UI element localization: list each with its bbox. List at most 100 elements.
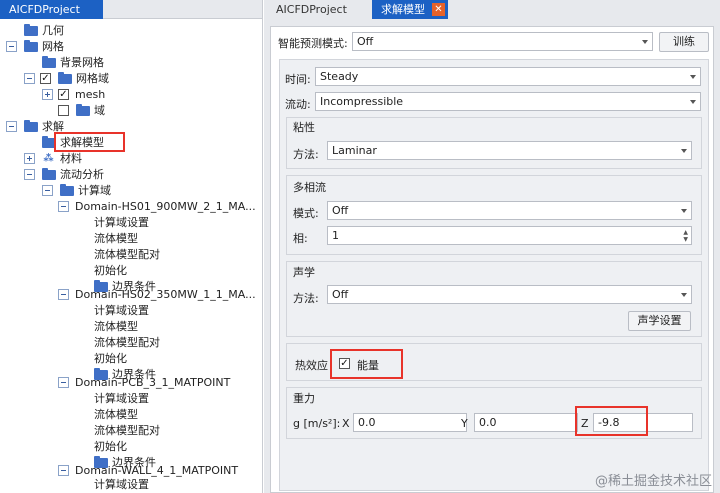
smart-mode-label: 智能预测模式: [278, 37, 348, 50]
tab-strip [103, 0, 262, 19]
tree-item-label: 流体模型 [94, 320, 138, 333]
time-select[interactable]: Steady [315, 67, 701, 86]
tree-item-background-mesh[interactable]: 背景网格 [42, 55, 242, 71]
checkbox-checked-icon[interactable]: ✓ [58, 89, 69, 100]
spin-arrows-icon[interactable]: ▲ ▼ [683, 229, 688, 243]
tab-aicfdproject-tree[interactable]: AICFDProject [0, 0, 103, 19]
tree-item-label: 流体模型 [94, 408, 138, 421]
gravity-x-value: 0.0 [358, 416, 376, 429]
acoustics-title: 声学 [293, 266, 315, 279]
viscosity-method-select[interactable]: Laminar [327, 141, 692, 160]
tree-item-label: Domain-PCB_3_1_MATPOINT [75, 376, 231, 389]
gravity-y-input[interactable]: 0.0 [474, 413, 578, 432]
multiphase-model-select[interactable]: Off [327, 201, 692, 220]
collapse-icon[interactable] [24, 73, 35, 84]
folder-icon [24, 40, 38, 52]
tree-item-mesh-root[interactable]: 网格 [6, 39, 206, 55]
flow-label: 流动: [285, 98, 311, 111]
tree-item-label: 域 [94, 104, 105, 117]
highlight-energy [330, 349, 403, 379]
highlight-solver-model [54, 132, 125, 152]
collapse-icon[interactable] [58, 201, 69, 212]
phase-count-stepper[interactable]: 1 ▲ ▼ [327, 226, 692, 245]
acoustics-method-value: Off [332, 288, 349, 301]
tree-item-label: 流体模型 [94, 232, 138, 245]
chevron-down-icon [681, 293, 687, 297]
viscosity-method-label: 方法: [293, 148, 319, 161]
tree-item-label: 流体模型配对 [94, 336, 160, 349]
folder-icon [60, 184, 74, 196]
collapse-icon[interactable] [42, 185, 53, 196]
checkbox-checked-icon[interactable]: ✓ [40, 73, 51, 84]
gravity-x-input[interactable]: 0.0 [353, 413, 467, 432]
highlight-gravity-z [575, 406, 648, 436]
expand-icon[interactable] [42, 89, 53, 100]
chevron-down-icon [642, 40, 648, 44]
tree-item-domain-hs02[interactable]: Domain-HS02_350MW_1_1_MA... [58, 287, 262, 303]
tree-item-domain-pcb[interactable]: Domain-PCB_3_1_MATPOINT [58, 375, 262, 391]
collapse-icon[interactable] [6, 121, 17, 132]
tree-item-label: 计算域设置 [94, 478, 149, 491]
project-tree-pane: AICFDProject 几何 网格 背景网格 ✓ 网格域 ✓ mesh 域 求… [0, 0, 263, 493]
folder-icon [42, 56, 56, 68]
folder-icon [42, 168, 56, 180]
smart-mode-select[interactable]: Off [352, 32, 653, 51]
tree-item-label: 计算域 [78, 184, 111, 197]
folder-icon [76, 104, 90, 116]
tree-item-label: 流体模型配对 [94, 424, 160, 437]
tree-item-label: Domain-HS02_350MW_1_1_MA... [75, 288, 256, 301]
folder-icon [24, 120, 38, 132]
acoustics-method-label: 方法: [293, 292, 319, 305]
gravity-y-value: 0.0 [479, 416, 497, 429]
phase-label: 相: [293, 232, 308, 245]
folder-icon [24, 24, 38, 36]
thermal-label: 热效应 [295, 359, 328, 372]
train-button[interactable]: 训练 [659, 32, 709, 52]
flow-value: Incompressible [320, 95, 404, 108]
watermark: @稀土掘金技术社区 [594, 474, 712, 489]
tree-item-label: 初始化 [94, 264, 127, 277]
tab-aicfdproject[interactable]: AICFDProject [264, 0, 372, 19]
tree-item-label: 计算域设置 [94, 304, 149, 317]
tree-item-mesh[interactable]: ✓ mesh [42, 87, 242, 103]
tree-item-domain-hs01[interactable]: Domain-HS01_900MW_2_1_MA... [58, 199, 262, 215]
multiphase-title: 多相流 [293, 181, 326, 194]
chevron-down-icon [681, 149, 687, 153]
gravity-title: 重力 [293, 392, 315, 405]
collapse-icon[interactable] [24, 169, 35, 180]
tree-item-label: 网格域 [76, 72, 109, 85]
tree-item-domain[interactable]: 域 [58, 103, 258, 119]
chevron-down-icon [690, 75, 696, 79]
tree-item-label: 网格 [42, 40, 64, 53]
chevron-down-icon [690, 100, 696, 104]
acoustics-method-select[interactable]: Off [327, 285, 692, 304]
collapse-icon[interactable] [58, 465, 69, 476]
acoustics-settings-button[interactable]: 声学设置 [628, 311, 691, 331]
tree-item-materials[interactable]: ⁂ 材料 [24, 151, 224, 167]
flow-select[interactable]: Incompressible [315, 92, 701, 111]
close-icon[interactable]: ✕ [432, 3, 445, 16]
tree-item-label: 材料 [60, 152, 82, 165]
collapse-icon[interactable] [58, 377, 69, 388]
phase-count-value: 1 [332, 229, 339, 242]
tree-item-label: 初始化 [94, 440, 127, 453]
tree-item-mesh-domain[interactable]: ✓ 网格域 [24, 71, 244, 87]
tree-item-label: Domain-HS01_900MW_2_1_MA... [75, 200, 256, 213]
checkbox-icon[interactable] [58, 105, 69, 116]
collapse-icon[interactable] [6, 41, 17, 52]
tree-item-geometry[interactable]: 几何 [24, 23, 224, 39]
smart-mode-value: Off [357, 35, 374, 48]
folder-icon [58, 72, 72, 84]
gravity-g-label: g [m/s²]: [293, 417, 341, 430]
tree-item-label: 计算域设置 [94, 392, 149, 405]
tree-item-domain-wall[interactable]: Domain-WALL_4_1_MATPOINT [58, 463, 262, 479]
collapse-icon[interactable] [58, 289, 69, 300]
materials-icon: ⁂ [43, 153, 54, 164]
solver-settings-panel: 智能预测模式: Off 训练 时间: Steady 流动: Incompress… [270, 26, 714, 493]
tree-item-compute-domains[interactable]: 计算域 [42, 183, 242, 199]
time-value: Steady [320, 70, 359, 83]
tab-solver-model-label: 求解模型 [381, 3, 425, 16]
tree-item-flow-analysis[interactable]: 流动分析 [24, 167, 224, 183]
tree-item-label: 初始化 [94, 352, 127, 365]
expand-icon[interactable] [24, 153, 35, 164]
